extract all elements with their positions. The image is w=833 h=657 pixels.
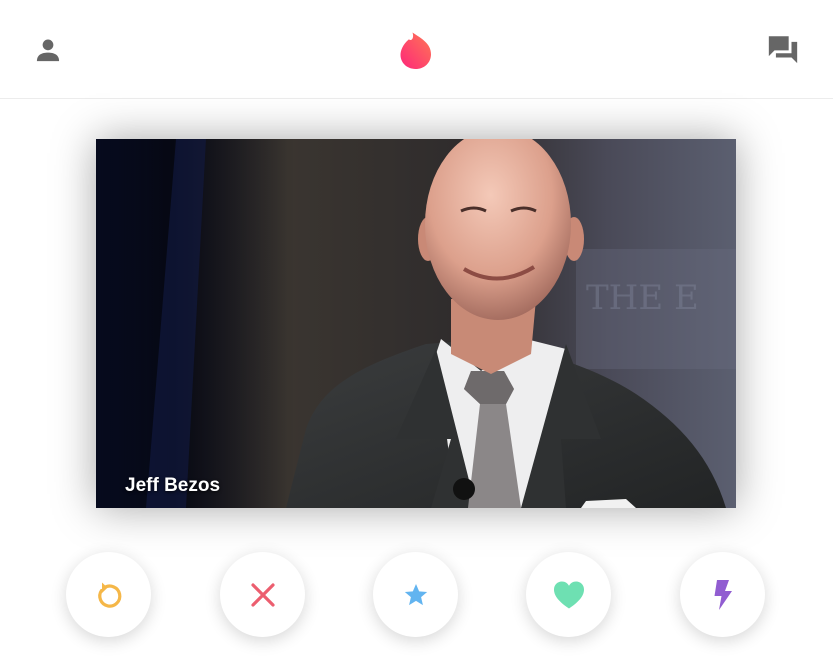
heart-icon bbox=[553, 581, 584, 608]
profile-card[interactable]: THE E Jeff Bezos bbox=[96, 139, 736, 508]
messages-button[interactable] bbox=[761, 27, 805, 71]
profile-name: Jeff Bezos bbox=[125, 475, 221, 496]
lightning-icon bbox=[714, 579, 732, 610]
svg-text:THE E: THE E bbox=[586, 278, 699, 318]
top-nav bbox=[0, 0, 833, 99]
boost-button[interactable] bbox=[680, 552, 765, 637]
nope-button[interactable] bbox=[220, 552, 305, 637]
star-icon bbox=[404, 583, 427, 605]
rewind-icon bbox=[97, 582, 121, 608]
like-button[interactable] bbox=[526, 552, 611, 637]
person-icon bbox=[36, 39, 60, 62]
chat-icon bbox=[768, 36, 798, 64]
flame-icon bbox=[400, 32, 431, 69]
close-icon bbox=[250, 582, 275, 607]
app-logo[interactable] bbox=[395, 30, 437, 72]
rewind-button[interactable] bbox=[66, 552, 151, 637]
super-like-button[interactable] bbox=[373, 552, 458, 637]
profile-button[interactable] bbox=[26, 28, 70, 72]
profile-photo: THE E bbox=[96, 139, 736, 508]
